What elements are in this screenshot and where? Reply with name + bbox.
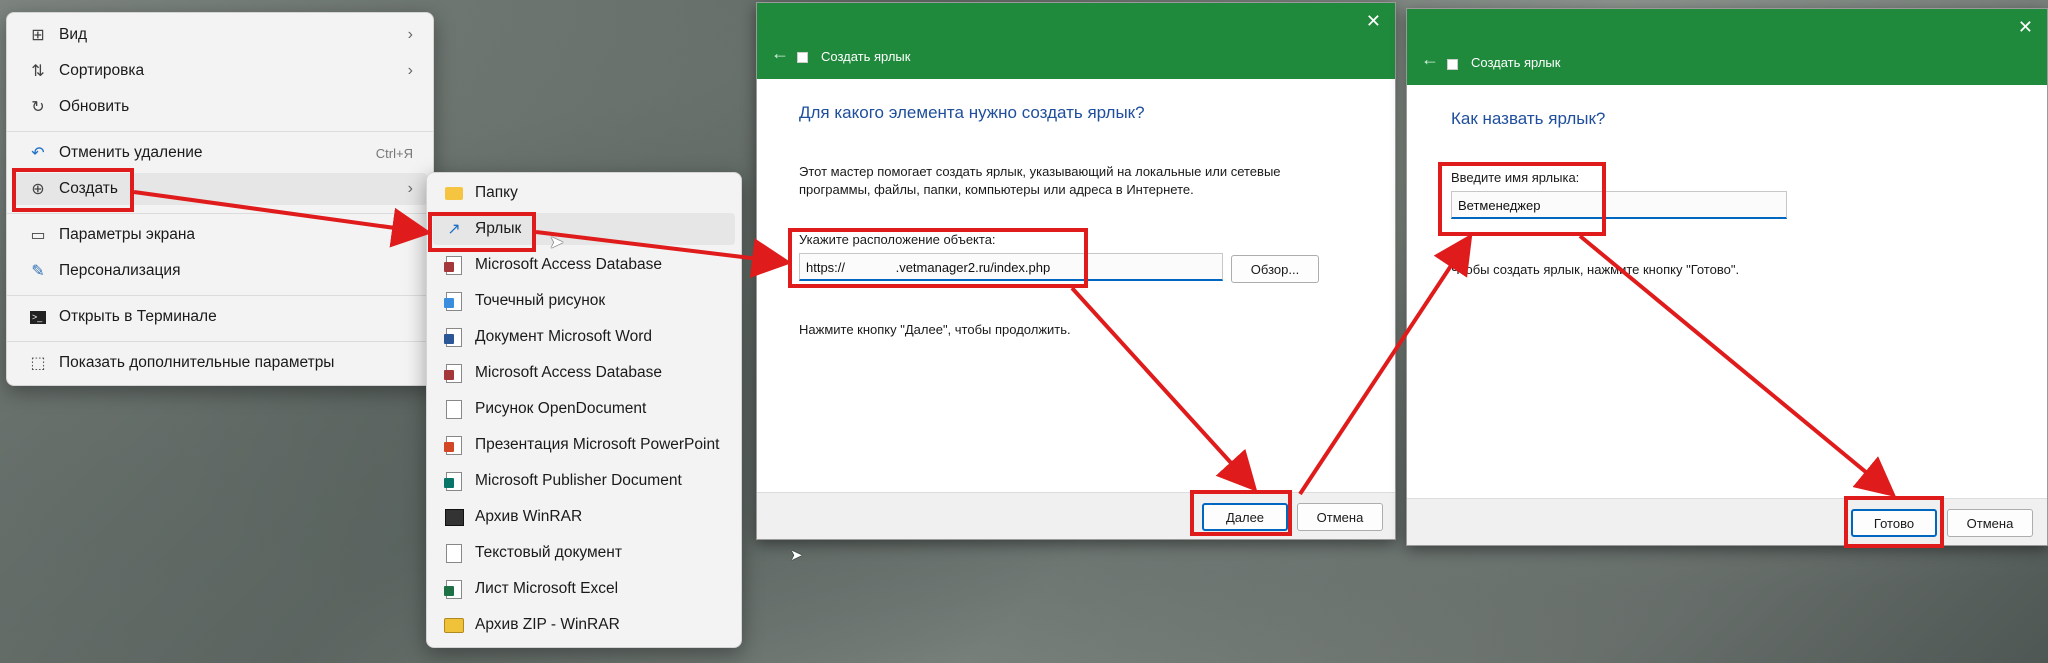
arrow-shortcut-to-location (535, 230, 792, 279)
arrow-name-to-finish (1578, 234, 1897, 498)
arrow-location-to-next (1070, 286, 1258, 492)
arrow-next-to-name (1298, 233, 1473, 496)
annotation-arrows (133, 190, 1897, 498)
arrow-create-to-shortcut (133, 190, 432, 248)
